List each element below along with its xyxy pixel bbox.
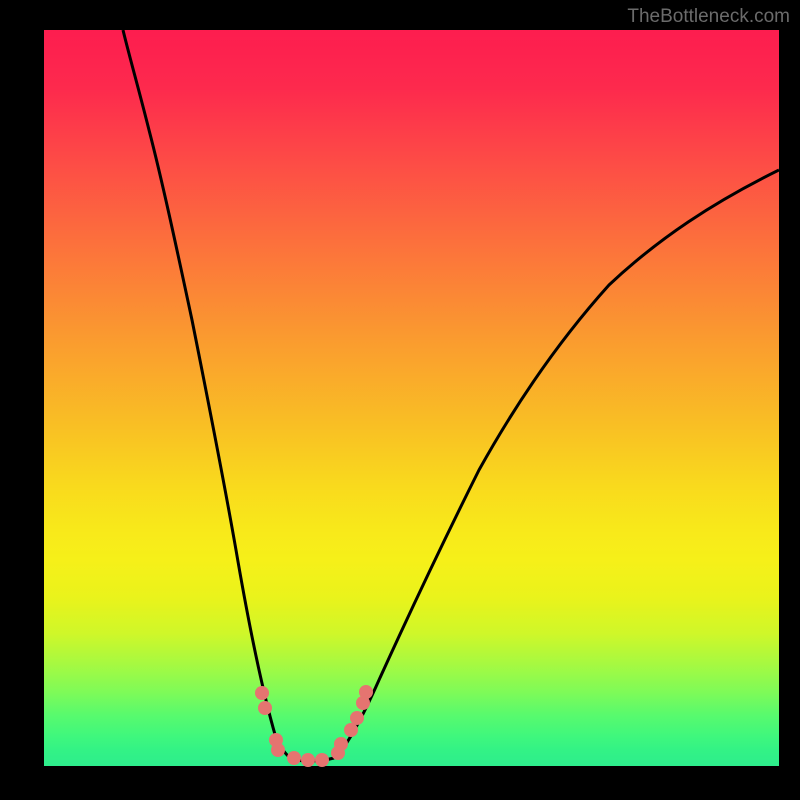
data-marker (287, 751, 301, 765)
data-marker (255, 686, 269, 700)
data-marker (258, 701, 272, 715)
data-marker (271, 743, 285, 757)
data-marker (359, 685, 373, 699)
data-marker (344, 723, 358, 737)
data-marker (301, 753, 315, 767)
plot-area (44, 30, 779, 766)
data-marker (350, 711, 364, 725)
data-marker (315, 753, 329, 767)
watermark-text: TheBottleneck.com (627, 6, 790, 28)
data-marker (334, 737, 348, 751)
data-markers (44, 30, 779, 766)
